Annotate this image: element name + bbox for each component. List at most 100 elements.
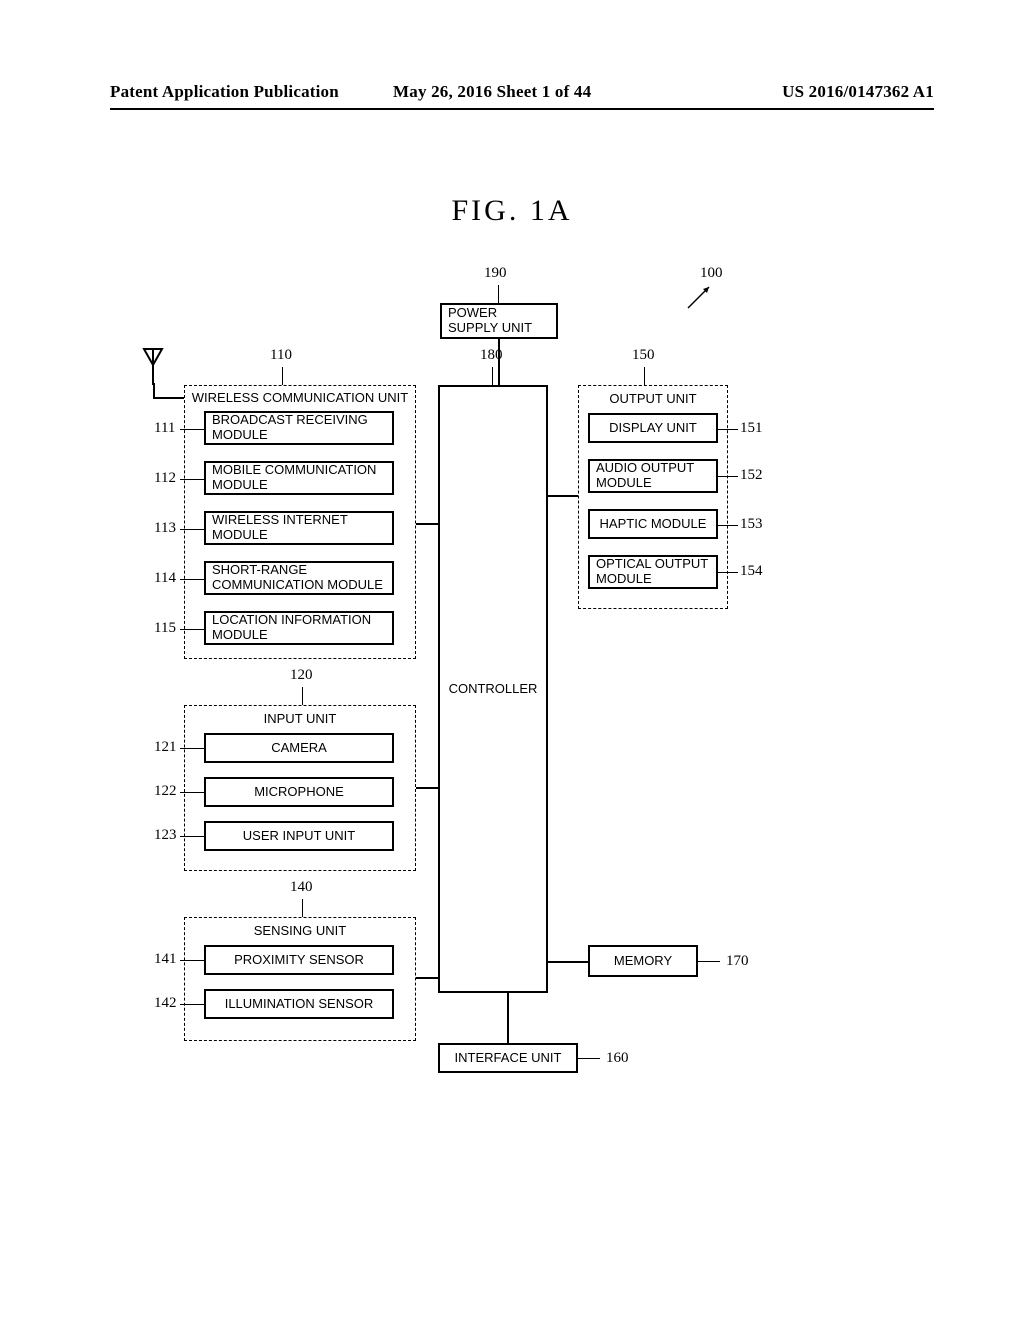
proximity-label: PROXIMITY SENSOR [234, 953, 364, 968]
tick-123 [180, 836, 204, 837]
output-unit-title: OUTPUT UNIT [579, 391, 727, 406]
ref-152: 152 [740, 467, 763, 484]
mobile-comm-label: MOBILE COMMUNICATION MODULE [212, 463, 386, 493]
conn-ctrl-memory [548, 961, 588, 963]
page-header: Patent Application Publication May 26, 2… [110, 82, 934, 102]
tick-154 [718, 572, 738, 573]
audio-output-label: AUDIO OUTPUT MODULE [596, 461, 710, 491]
ref-123: 123 [154, 827, 177, 844]
haptic-label: HAPTIC MODULE [600, 517, 707, 532]
tick-122 [180, 792, 204, 793]
controller-block: CONTROLLER [438, 385, 548, 993]
broadcast-label: BROADCAST RECEIVING MODULE [212, 413, 386, 443]
controller-label: CONTROLLER [449, 682, 538, 697]
display-unit-block: DISPLAY UNIT [588, 413, 718, 443]
ant-h [153, 397, 184, 399]
tick-113 [180, 529, 204, 530]
memory-label: MEMORY [614, 954, 672, 969]
header-left: Patent Application Publication [110, 82, 339, 102]
display-unit-label: DISPLAY UNIT [609, 421, 697, 436]
location-info-label: LOCATION INFORMATION MODULE [212, 613, 386, 643]
tick-140 [302, 899, 303, 917]
user-input-label: USER INPUT UNIT [243, 829, 355, 844]
tick-114 [180, 579, 204, 580]
power-supply-block: POWER SUPPLY UNIT [440, 303, 558, 339]
block-diagram: 190 100 POWER SUPPLY UNIT 110 180 150 CO… [110, 265, 890, 1225]
audio-output-block: AUDIO OUTPUT MODULE [588, 459, 718, 493]
memory-block: MEMORY [588, 945, 698, 977]
conn-psu-ctrl [498, 339, 500, 385]
conn-ctrl-interface [507, 993, 509, 1043]
short-range-label: SHORT-RANGE COMMUNICATION MODULE [212, 563, 386, 593]
header-right: US 2016/0147362 A1 [782, 82, 934, 102]
sensing-unit-title: SENSING UNIT [185, 923, 415, 938]
sensing-unit-group: SENSING UNIT [184, 917, 416, 1041]
wireless-internet-block: WIRELESS INTERNET MODULE [204, 511, 394, 545]
ref-120: 120 [290, 667, 313, 684]
interface-unit-label: INTERFACE UNIT [455, 1051, 562, 1066]
microphone-block: MICROPHONE [204, 777, 394, 807]
conn-ctrl-output [548, 495, 578, 497]
ref-113: 113 [154, 520, 176, 537]
tick-152 [718, 476, 738, 477]
ref-153: 153 [740, 516, 763, 533]
wireless-internet-label: WIRELESS INTERNET MODULE [212, 513, 386, 543]
ref-151: 151 [740, 420, 763, 437]
conn-sensing-ctrl [416, 977, 438, 979]
tick-170 [698, 961, 720, 962]
ref-141: 141 [154, 951, 177, 968]
camera-label: CAMERA [271, 741, 327, 756]
ref-112: 112 [154, 470, 176, 487]
power-supply-label: POWER SUPPLY UNIT [448, 306, 550, 336]
tick-142 [180, 1004, 204, 1005]
ref-111: 111 [154, 420, 175, 437]
tick-120 [302, 687, 303, 705]
ant-v [153, 383, 155, 397]
camera-block: CAMERA [204, 733, 394, 763]
ref-154: 154 [740, 563, 763, 580]
user-input-block: USER INPUT UNIT [204, 821, 394, 851]
tick-141 [180, 960, 204, 961]
tick-190 [498, 285, 499, 303]
location-info-block: LOCATION INFORMATION MODULE [204, 611, 394, 645]
microphone-label: MICROPHONE [254, 785, 344, 800]
mobile-comm-block: MOBILE COMMUNICATION MODULE [204, 461, 394, 495]
ref-170: 170 [726, 953, 749, 970]
tick-150 [644, 367, 645, 385]
broadcast-block: BROADCAST RECEIVING MODULE [204, 411, 394, 445]
ref-142: 142 [154, 995, 177, 1012]
short-range-block: SHORT-RANGE COMMUNICATION MODULE [204, 561, 394, 595]
ref-190: 190 [484, 265, 507, 282]
tick-153 [718, 525, 738, 526]
haptic-block: HAPTIC MODULE [588, 509, 718, 539]
optical-output-block: OPTICAL OUTPUT MODULE [588, 555, 718, 589]
ref-114: 114 [154, 570, 176, 587]
tick-121 [180, 748, 204, 749]
tick-160 [578, 1058, 600, 1059]
conn-wcu-ctrl [416, 523, 438, 525]
figure-title: FIG. 1A [451, 194, 572, 228]
ref-115: 115 [154, 620, 176, 637]
ref-121: 121 [154, 739, 177, 756]
ref-100-leader [685, 283, 713, 311]
header-center: May 26, 2016 Sheet 1 of 44 [393, 82, 591, 102]
tick-115 [180, 629, 204, 630]
ref-140: 140 [290, 879, 313, 896]
tick-111 [180, 429, 204, 430]
proximity-block: PROXIMITY SENSOR [204, 945, 394, 975]
optical-output-label: OPTICAL OUTPUT MODULE [596, 557, 710, 587]
ref-110: 110 [270, 347, 292, 364]
ref-100: 100 [700, 265, 723, 282]
wireless-comm-title: WIRELESS COMMUNICATION UNIT [185, 390, 415, 405]
conn-input-ctrl [416, 787, 438, 789]
ref-122: 122 [154, 783, 177, 800]
tick-112 [180, 479, 204, 480]
interface-unit-block: INTERFACE UNIT [438, 1043, 578, 1073]
illumination-block: ILLUMINATION SENSOR [204, 989, 394, 1019]
input-unit-title: INPUT UNIT [185, 711, 415, 726]
ref-160: 160 [606, 1050, 629, 1067]
ref-150: 150 [632, 347, 655, 364]
header-rule [110, 108, 934, 110]
tick-151 [718, 429, 738, 430]
tick-110 [282, 367, 283, 385]
